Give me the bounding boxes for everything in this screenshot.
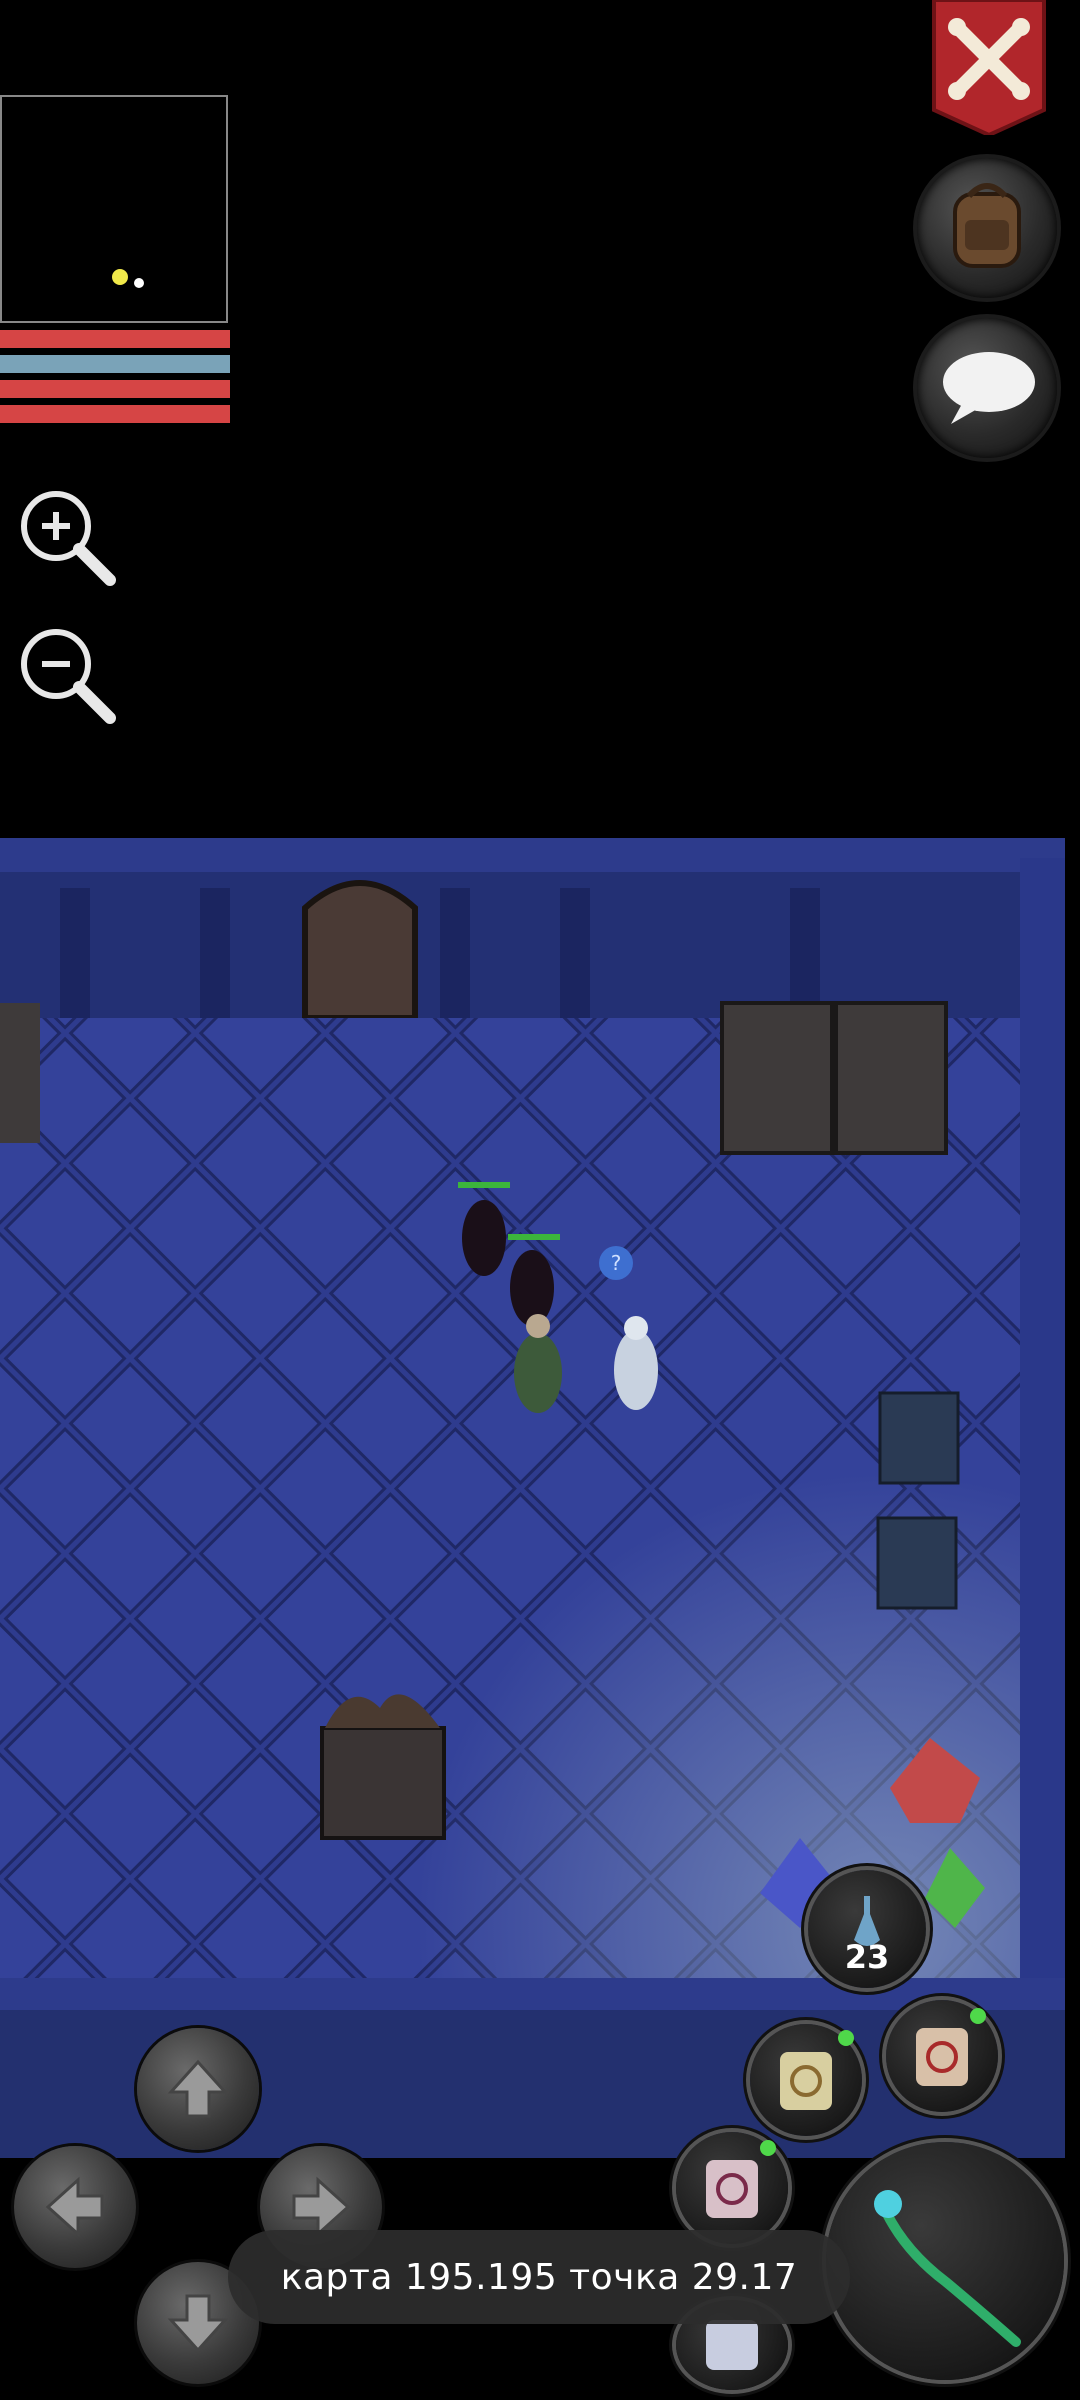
chat-button[interactable]	[917, 318, 1057, 458]
arrow-down-icon	[167, 2294, 229, 2353]
quickslot-count: 23	[844, 1938, 890, 1976]
staff-icon	[874, 2190, 1021, 2347]
backpack-icon	[953, 183, 1021, 268]
ally-marker	[134, 278, 144, 288]
notification-dot	[838, 2030, 854, 2046]
zoom-in-icon	[21, 491, 116, 586]
speech-bubble-icon	[943, 352, 1035, 424]
location-toast: карта 195.195 точка 29.17	[228, 2230, 850, 2324]
zoom-out-icon	[21, 629, 116, 724]
inventory-button[interactable]	[917, 158, 1057, 298]
experience-bar	[0, 405, 230, 423]
player-marker	[112, 269, 128, 285]
stamina-bar	[0, 380, 230, 398]
guild-banner-button[interactable]	[930, 0, 1048, 138]
health-bar	[0, 330, 230, 348]
move-up-button[interactable]	[137, 2028, 259, 2150]
mana-bar	[0, 355, 230, 373]
spell-scroll-2[interactable]	[886, 2000, 998, 2112]
zoom-out-button[interactable]	[12, 620, 122, 730]
spell-scroll-1[interactable]	[750, 2024, 862, 2136]
attack-button[interactable]	[826, 2142, 1064, 2380]
crossed-bones-icon	[932, 0, 1046, 138]
quickslot-potion[interactable]: 23	[808, 1870, 926, 1988]
move-left-button[interactable]	[14, 2146, 136, 2268]
spell-scroll-3[interactable]	[676, 2132, 788, 2244]
zoom-in-button[interactable]	[12, 482, 122, 592]
notification-dot	[970, 2008, 986, 2024]
quest-marker[interactable]: ?	[599, 1246, 633, 1280]
question-mark-icon: ?	[611, 1251, 622, 1275]
arrow-left-icon	[45, 2176, 104, 2238]
arrow-up-icon	[167, 2059, 229, 2118]
notification-dot	[760, 2140, 776, 2156]
minimap[interactable]	[0, 95, 228, 323]
